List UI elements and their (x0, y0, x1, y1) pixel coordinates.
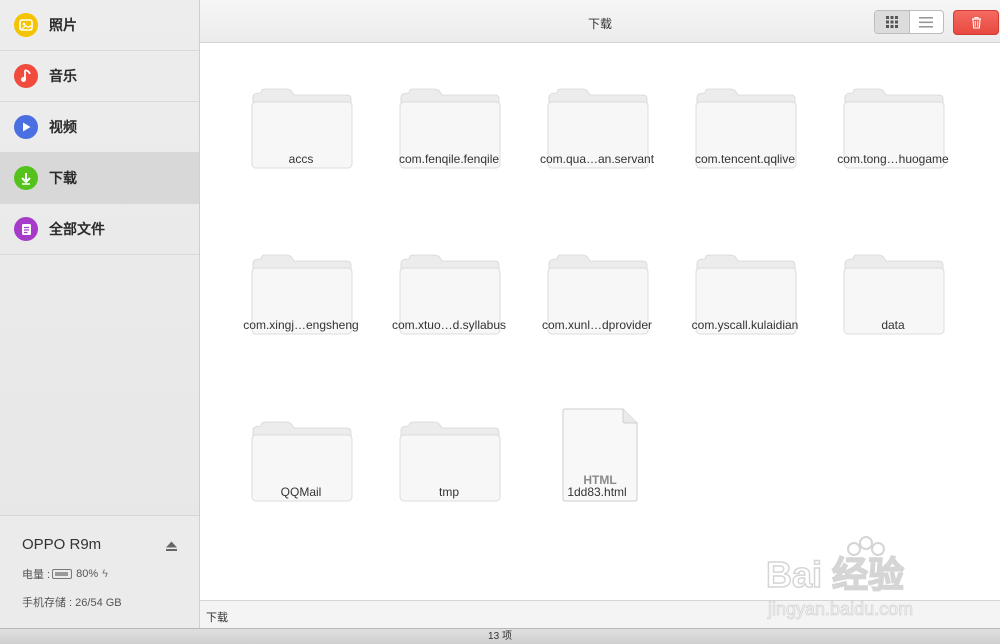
play-icon (14, 115, 38, 139)
file-name: tmp (438, 485, 459, 499)
file-name: com.yscall.kulaidian (691, 318, 799, 332)
sidebar-item-label: 下载 (49, 170, 77, 186)
storage-status: 手机存储 : 26/54 GB (22, 597, 122, 609)
eject-icon[interactable] (165, 539, 178, 557)
music-note-icon (14, 64, 38, 88)
folder-item[interactable]: accs (227, 43, 375, 193)
device-name: OPPO R9m (22, 536, 102, 553)
file-name: com.xtuo…d.syllabus (391, 318, 507, 332)
document-icon (14, 217, 38, 241)
grid-view-icon (885, 16, 898, 28)
sidebar: 照片 音乐 视频 下载 全部文件 OPPO R9m 电量: 80% ϟ 手机存… (0, 0, 200, 628)
folder-item[interactable]: com.xtuo…d.syllabus (375, 209, 523, 359)
file-name: com.xingj…engsheng (243, 318, 359, 332)
file-name: QQMail (280, 485, 322, 499)
sidebar-item-photos[interactable]: 照片 (0, 0, 199, 51)
sidebar-item-label: 全部文件 (49, 221, 105, 237)
folder-item[interactable]: com.xunl…dprovider (523, 209, 671, 359)
folder-item[interactable]: com.xingj…engsheng (227, 209, 375, 359)
grid-view-button[interactable] (875, 11, 909, 33)
folder-item[interactable]: QQMail (227, 376, 375, 526)
status-bar: 13 项 (0, 628, 1000, 644)
download-arrow-icon (14, 166, 38, 190)
folder-item[interactable]: com.yscall.kulaidian (671, 209, 819, 359)
sidebar-item-music[interactable]: 音乐 (0, 51, 199, 102)
battery-percent: 80% (76, 568, 99, 580)
file-grid: accs com.fenqile.fenqile com.qua…an.serv… (200, 43, 1000, 599)
battery-label: 电量 : (22, 569, 51, 581)
folder-item[interactable]: com.fenqile.fenqile (375, 43, 523, 193)
file-name: 1dd83.html (567, 485, 627, 499)
file-name: data (881, 318, 905, 332)
battery-status: 电量 : 80% ϟ (22, 566, 108, 582)
charging-bolt-icon: ϟ (102, 568, 108, 580)
list-view-button[interactable] (908, 11, 944, 33)
folder-item[interactable]: data (819, 209, 967, 359)
breadcrumb[interactable]: 下载 (206, 609, 228, 625)
list-view-icon (919, 16, 934, 28)
path-bar: 下载 (200, 600, 1000, 629)
folder-item[interactable]: tmp (375, 376, 523, 526)
file-name: com.tong…huogame (837, 152, 949, 166)
folder-item[interactable]: com.tencent.qqlive (671, 43, 819, 193)
file-name: com.fenqile.fenqile (398, 152, 500, 166)
file-name: com.tencent.qqlive (694, 152, 796, 166)
item-count: 13 项 (488, 631, 512, 642)
file-name: accs (288, 152, 314, 166)
delete-button[interactable] (953, 10, 999, 35)
sidebar-item-label: 视频 (49, 119, 77, 135)
folder-item[interactable]: com.tong…huogame (819, 43, 967, 193)
sidebar-item-video[interactable]: 视频 (0, 102, 199, 153)
battery-icon (52, 569, 73, 579)
sidebar-item-all-files[interactable]: 全部文件 (0, 204, 199, 255)
sidebar-item-label: 音乐 (49, 68, 77, 84)
file-item[interactable]: HTML 1dd83.html (523, 376, 671, 526)
toolbar: 下载 (200, 0, 1000, 43)
folder-item[interactable]: com.qua…an.servant (523, 43, 671, 193)
device-panel: OPPO R9m 电量 : 80% ϟ 手机存储 : 26/54 GB (0, 515, 199, 628)
sidebar-item-downloads[interactable]: 下载 (0, 153, 199, 204)
trash-icon (971, 17, 981, 29)
view-mode-toggle (874, 10, 944, 34)
photo-icon (14, 13, 38, 37)
app-window: 照片 音乐 视频 下载 全部文件 OPPO R9m 电量: 80% ϟ 手机存… (0, 0, 1000, 644)
file-name: com.qua…an.servant (539, 152, 655, 166)
file-name: com.xunl…dprovider (541, 318, 653, 332)
sidebar-item-label: 照片 (49, 17, 77, 33)
